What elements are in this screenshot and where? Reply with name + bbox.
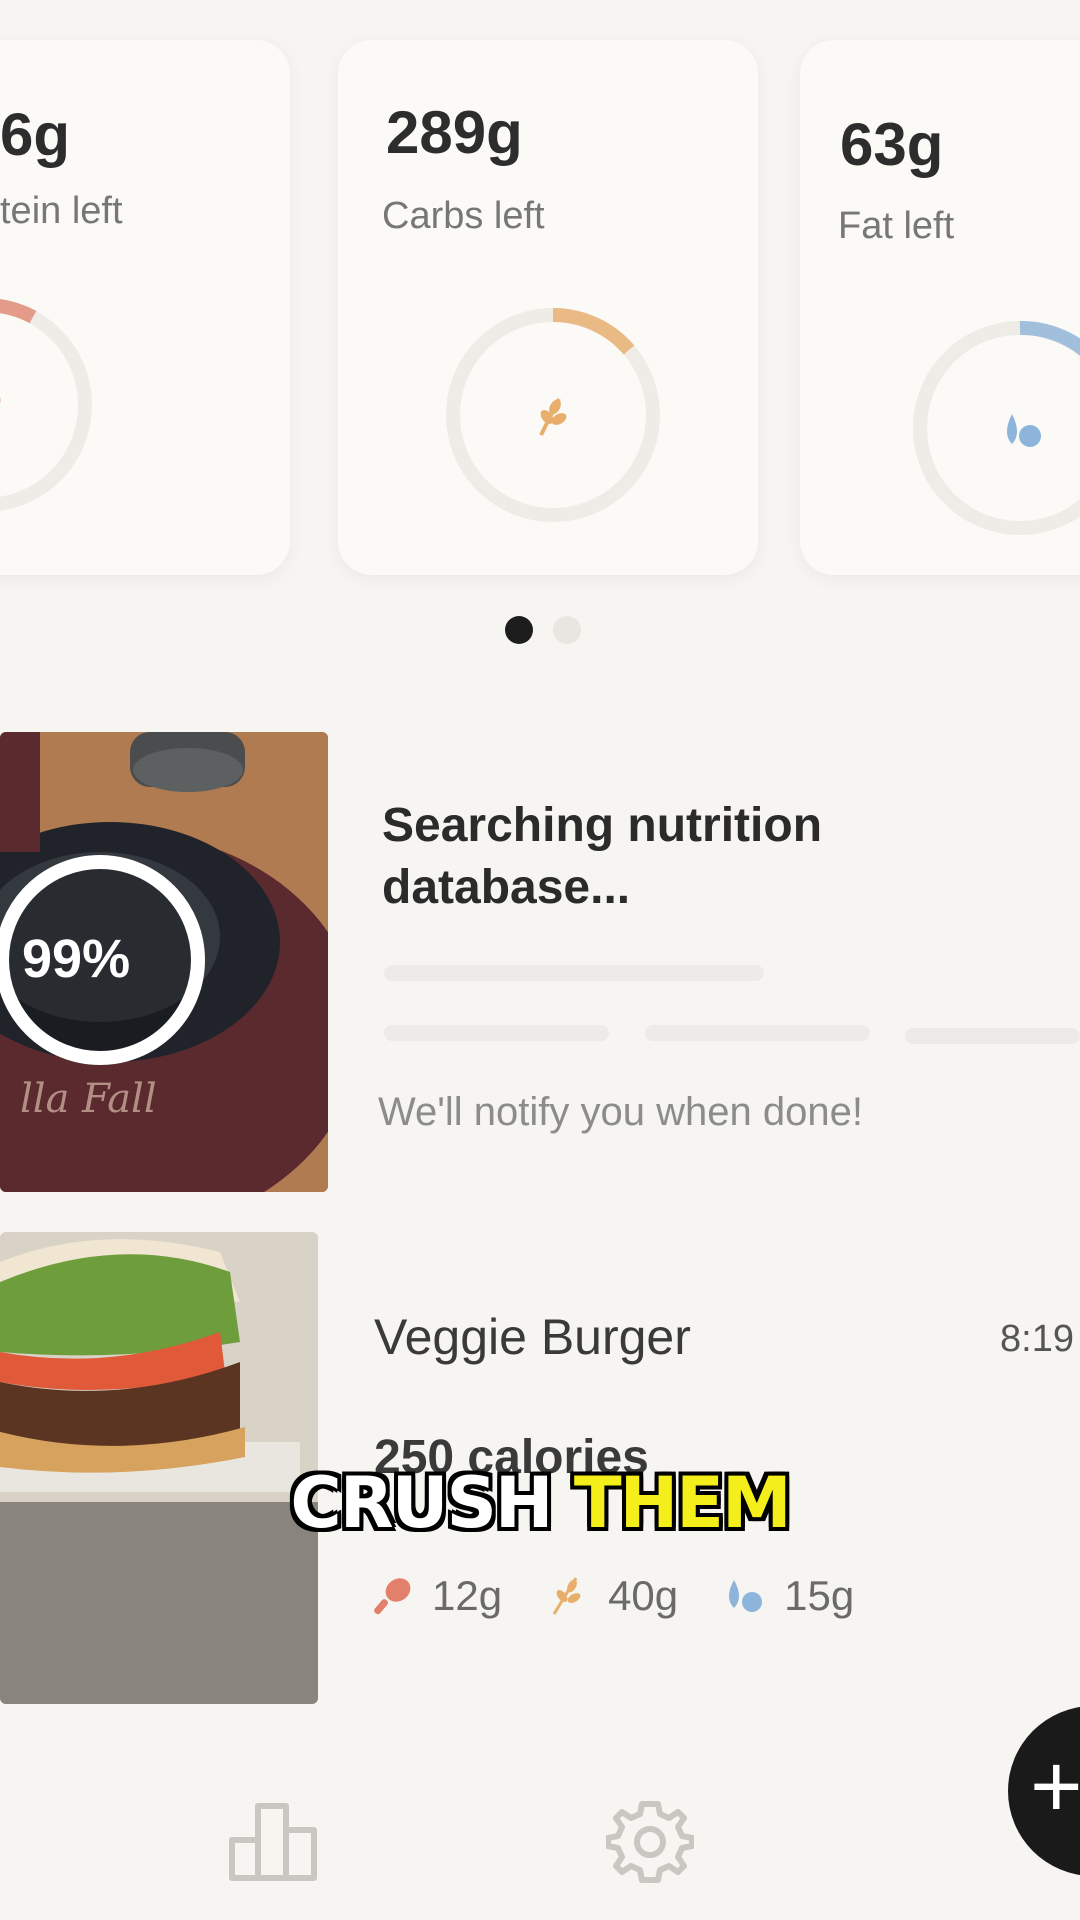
meal-time: 8:19: [1000, 1318, 1074, 1360]
fat-label: Fat left: [838, 205, 955, 247]
analysis-status-title: Searching nutrition database...: [382, 799, 823, 914]
meal-fat-value: 15g: [784, 1572, 855, 1619]
fat-remaining: 63g: [840, 111, 944, 178]
meal-fat: 15g: [722, 1572, 854, 1620]
protein-label: tein left: [0, 190, 123, 232]
meal-carbs: 40g: [546, 1572, 678, 1620]
caption-word-2: THEM: [573, 1462, 792, 1544]
carbs-card[interactable]: 289g Carbs left: [338, 40, 758, 575]
skeleton-line-2: [384, 1025, 609, 1041]
skeleton-line-1: [384, 965, 764, 981]
oil-drops-icon: [729, 1580, 763, 1612]
fat-ring: [913, 320, 1080, 535]
protein-ring: [0, 299, 92, 511]
add-meal-button[interactable]: +: [1008, 1706, 1080, 1876]
skeleton-line-4: [905, 1028, 1080, 1044]
drumstick-icon: [374, 1578, 411, 1615]
caption-word-1: CRUSH: [290, 1462, 553, 1544]
meal-protein-value: 12g: [432, 1572, 503, 1619]
app-screen: 6g tein left 289g Carbs left 63g Fat lef…: [0, 0, 1080, 1920]
oil-drops-icon: [1007, 414, 1041, 447]
plus-icon: +: [1030, 1737, 1080, 1837]
protein-card[interactable]: 6g tein left: [0, 40, 290, 575]
carbs-remaining: 289g: [386, 99, 523, 166]
page-dot-2[interactable]: [553, 616, 581, 644]
carbs-ring: [446, 308, 660, 522]
meal-name: Veggie Burger: [374, 1309, 691, 1365]
wheat-icon: [539, 398, 567, 436]
svg-text:lla Fall: lla Fall: [20, 1076, 157, 1122]
skeleton-line-3: [645, 1025, 870, 1041]
drumstick-icon: [0, 387, 1, 417]
page-indicator[interactable]: [505, 616, 581, 644]
video-caption: CRUSH THEM: [0, 1462, 1080, 1544]
gear-icon[interactable]: [606, 1798, 694, 1886]
notify-message: We'll notify you when done!: [378, 1090, 863, 1134]
bar-chart-icon[interactable]: [228, 1800, 320, 1882]
fat-card[interactable]: 63g Fat left: [800, 40, 1080, 575]
meal-macros: 12g 40g 15g: [370, 1572, 898, 1620]
meal-carbs-value: 40g: [608, 1572, 679, 1619]
page-dot-1[interactable]: [505, 616, 533, 644]
carbs-label: Carbs left: [382, 195, 545, 237]
meal-protein: 12g: [370, 1572, 502, 1620]
analysis-percent: 99%: [22, 929, 131, 989]
wheat-icon: [552, 1577, 581, 1615]
protein-remaining: 6g: [0, 101, 71, 168]
